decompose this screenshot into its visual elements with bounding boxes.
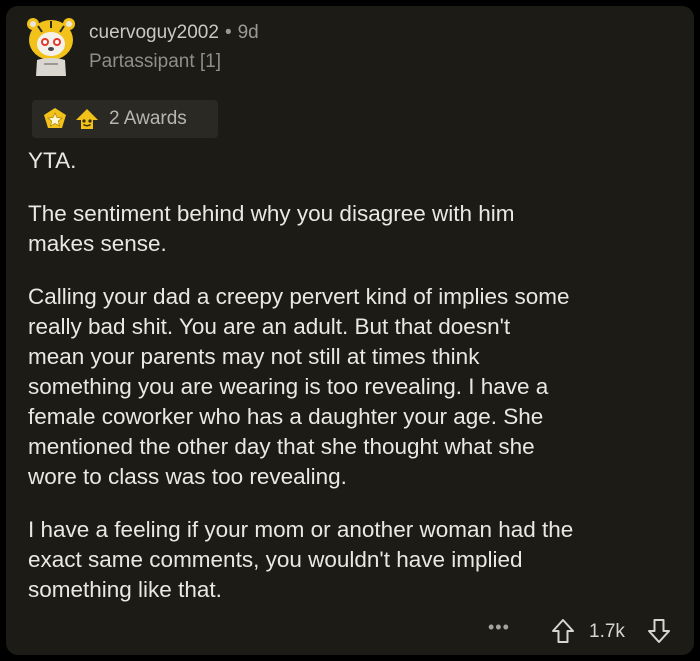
- vote-score: 1.7k: [589, 621, 625, 642]
- comment-paragraph: Calling your dad a creepy pervert kind o…: [28, 284, 570, 489]
- comment-footer: ••• 1.7k: [6, 611, 694, 651]
- comment-card: cuervoguy2002 • 9d Partassipant [1] 2 Awar…: [6, 6, 694, 655]
- user-flair: Partassipant [1]: [89, 51, 222, 72]
- star-award-icon: [44, 108, 66, 128]
- comment-paragraph: I have a feeling if your mom or another …: [28, 517, 574, 602]
- comment-header: cuervoguy2002 • 9d: [89, 22, 259, 44]
- comment-body: YTA. The sentiment behind why you disagr…: [28, 146, 678, 628]
- downvote-icon[interactable]: [646, 617, 672, 645]
- awards-label: 2 Awards: [109, 108, 187, 129]
- avatar[interactable]: [24, 16, 78, 78]
- awards-badge[interactable]: 2 Awards: [32, 100, 218, 138]
- username-link[interactable]: cuervoguy2002: [89, 22, 219, 43]
- separator-dot: •: [224, 22, 232, 43]
- comment-paragraph: The sentiment behind why you disagree wi…: [28, 201, 515, 256]
- comment-paragraph: YTA.: [28, 148, 77, 173]
- upvote-icon[interactable]: [550, 617, 576, 645]
- helpful-award-icon: [76, 109, 98, 129]
- more-options-button[interactable]: •••: [488, 617, 510, 638]
- comment-age: 9d: [237, 22, 259, 43]
